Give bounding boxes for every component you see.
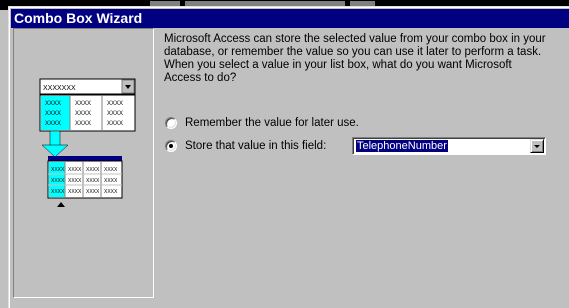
illustration-cell: XXXX	[68, 167, 82, 173]
illustration-cell: XXXX	[45, 121, 61, 127]
illustration-cell: XXXX	[75, 101, 91, 107]
illustration-cell: XXXX	[45, 101, 61, 107]
option-remember-value[interactable]: Remember the value for later use.	[165, 115, 425, 131]
wizard-illustration: XXXXXXX XXXX XXXX XXXX XXXX XXXX XXXX XX…	[13, 28, 154, 298]
illustration-graphic: XXXXXXX XXXX XXXX XXXX XXXX XXXX XXXX XX…	[39, 78, 136, 207]
option-store-value[interactable]: Store that value in this field:	[165, 138, 350, 154]
illustration-cell: XXXX	[107, 101, 123, 107]
illustration-cell: XXXX	[68, 189, 82, 195]
illustration-combo-text: XXXXXXX	[43, 85, 76, 92]
chevron-down-icon[interactable]	[530, 139, 544, 153]
illustration-combo-box: XXXXXXX	[39, 78, 136, 95]
field-select-value: TelephoneNumber	[356, 140, 448, 152]
instruction-text: Microsoft Access can store the selected …	[164, 33, 546, 84]
illustration-cell: XXXX	[51, 189, 65, 195]
illustration-dropdown-list: XXXX XXXX XXXX XXXX XXXX XXXX XXXX XXXX …	[39, 94, 136, 132]
illustration-cell: XXXX	[51, 167, 65, 173]
illustration-cell: XXXX	[104, 178, 118, 184]
field-select-combo[interactable]: TelephoneNumber	[352, 137, 546, 155]
illustration-cell: XXXX	[86, 167, 100, 173]
option-store-label[interactable]: Store that value in this field:	[185, 139, 326, 153]
illustration-cell: XXXX	[45, 111, 61, 117]
illustration-cell: XXXX	[75, 111, 91, 117]
illustration-arrow-icon	[41, 130, 69, 158]
illustration-cell: XXXX	[51, 178, 65, 184]
illustration-cell: XXXX	[104, 167, 118, 173]
radio-store-value[interactable]	[165, 140, 177, 152]
illustration-cell: XXXX	[75, 121, 91, 127]
illustration-pointer-icon	[57, 202, 65, 207]
illustration-table: XXXX XXXX XXXX XXXX XXXX XXXX XXXX XXXX …	[47, 156, 123, 199]
radio-selected-dot	[169, 144, 173, 148]
illustration-cell: XXXX	[68, 178, 82, 184]
option-remember-label[interactable]: Remember the value for later use.	[185, 116, 359, 130]
radio-remember-value[interactable]	[165, 117, 177, 129]
illustration-cell: XXXX	[86, 178, 100, 184]
illustration-cell: XXXX	[86, 189, 100, 195]
illustration-cell: XXXX	[107, 121, 123, 127]
illustration-cell: XXXX	[104, 189, 118, 195]
window-title[interactable]: Combo Box Wizard	[11, 9, 569, 28]
illustration-cell: XXXX	[107, 111, 123, 117]
